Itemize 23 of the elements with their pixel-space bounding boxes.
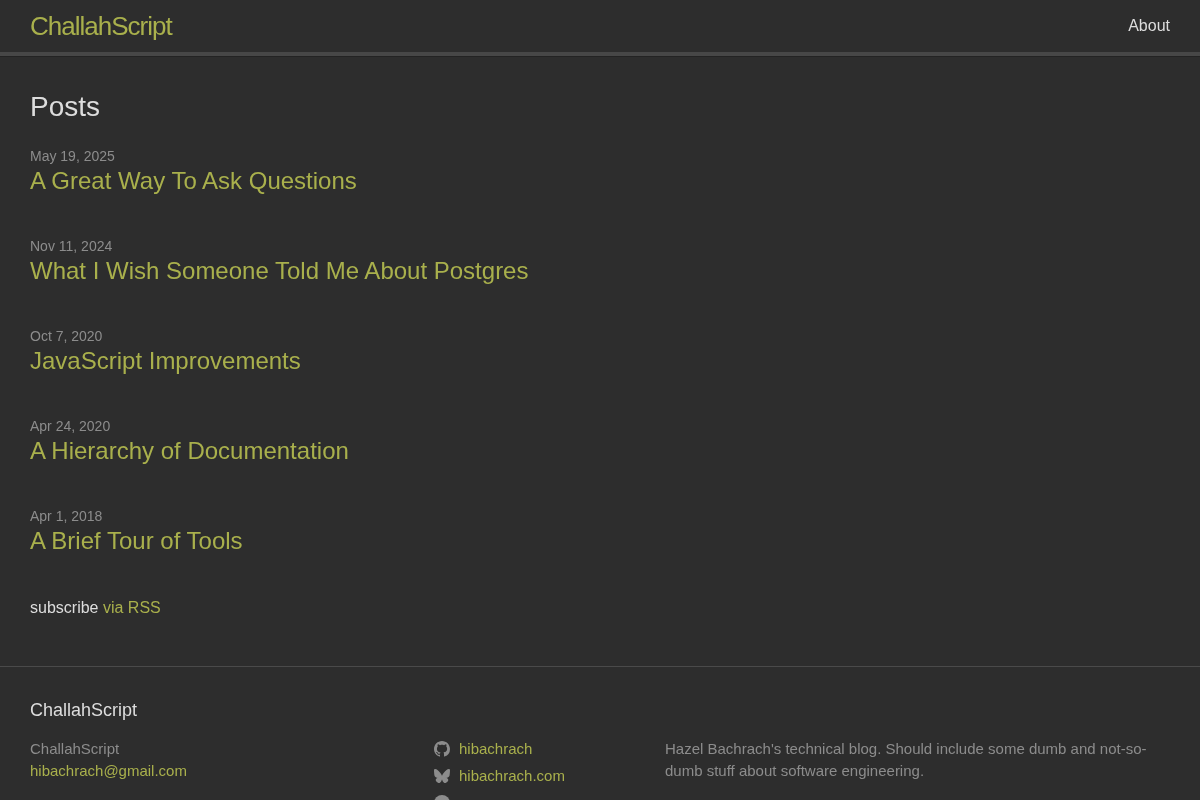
post-date: May 19, 2025	[30, 147, 115, 166]
nav-link[interactable]: About	[1128, 14, 1170, 38]
butterfly-icon	[434, 769, 450, 783]
email-link[interactable]: hibachrach@gmail.com	[30, 760, 187, 782]
post-link[interactable]: A Great Way To Ask Questions	[30, 166, 357, 196]
post-date: Oct 7, 2020	[30, 327, 103, 346]
github-icon	[434, 741, 450, 757]
footer-heading: ChallahScript	[30, 699, 139, 722]
post-date: Nov 11, 2024	[30, 237, 113, 256]
page-heading: Posts	[30, 90, 102, 124]
post-link[interactable]: JavaScript Improvements	[30, 346, 301, 376]
site-title[interactable]: ChallahScript	[30, 0, 172, 54]
footer-site-name: ChallahScript	[30, 739, 120, 759]
post-date: Apr 1, 2018	[30, 507, 103, 526]
post-link[interactable]: What I Wish Someone Told Me About Postgres	[30, 256, 529, 286]
subscribe-text: subscribe via RSS	[30, 598, 161, 618]
footer-description: Hazel Bachrach's technical blog. Should include some dumb and not-so-dumb stuff about software engineering.	[665, 739, 1148, 781]
social-link[interactable]: hibachrach	[459, 738, 533, 760]
post-date: Apr 24, 2020	[30, 417, 111, 436]
post-link[interactable]: A Hierarchy of Documentation	[30, 436, 349, 466]
post-link[interactable]: A Brief Tour of Tools	[30, 526, 243, 556]
social-link[interactable]: hibachrach.com	[459, 765, 565, 787]
rss-link[interactable]: via RSS	[102, 599, 161, 616]
